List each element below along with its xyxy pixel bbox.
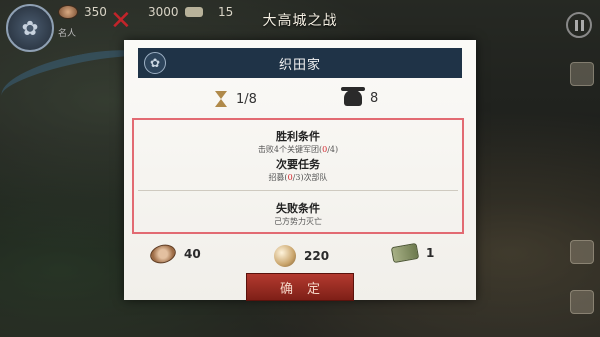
conditions-panel: 胜利条件 击败4个关键军团(0/4) 次要任务 招募(0/3)次部队 失败条件 …	[132, 118, 464, 234]
pause-button[interactable]	[566, 12, 592, 38]
hud-food: 3000	[148, 5, 203, 19]
clan-bar: ✿ 织田家	[138, 48, 462, 78]
clan-crest-icon: ✿	[144, 52, 166, 74]
turn-counter-value: 1/8	[236, 91, 257, 107]
victory-heading: 胜利条件	[276, 130, 320, 143]
gold-coin-icon	[58, 5, 78, 19]
hud-gold-value: 350	[84, 5, 107, 19]
scroll-menu-icon[interactable]	[570, 290, 594, 314]
reward-food-value: 220	[304, 249, 330, 263]
victory-text: 击败4个关键军团(0/4)	[257, 145, 339, 154]
secondary-heading: 次要任务	[276, 158, 320, 171]
scroll-item-icon	[390, 242, 420, 264]
hud-small-label: 名人	[58, 26, 76, 39]
gold-coin-icon	[148, 241, 178, 267]
clan-name: 织田家	[278, 57, 321, 73]
army-count: 8	[341, 87, 379, 106]
map-box-icon[interactable]	[570, 62, 594, 86]
rice-bale-icon	[274, 245, 296, 267]
reward-gold-value: 40	[184, 247, 201, 261]
confirm-button[interactable]: 确定	[246, 273, 354, 301]
close-icon[interactable]: ✕	[110, 8, 132, 34]
hud-small-label-text: 名人	[58, 29, 77, 39]
reward-food: 220	[274, 245, 329, 267]
turn-counter: 1/8	[214, 90, 257, 108]
hud-gold: 350	[58, 5, 107, 19]
formation-icon[interactable]	[570, 240, 594, 264]
battle-info-dialog: ✿ 织田家 1/8 8 胜利条件 击败4个关键军团(0/4) 次要任务 招募(0…	[124, 40, 476, 301]
reward-items: 1	[390, 242, 435, 264]
samurai-armor-icon	[341, 87, 365, 106]
battle-title: 大高城之战	[262, 13, 338, 29]
army-count-value: 8	[370, 90, 379, 106]
reward-gold: 40	[148, 241, 201, 267]
hud-food-value: 3000	[148, 5, 179, 19]
defeat-heading: 失败条件	[276, 202, 320, 215]
clan-emblem-icon[interactable]: ✿	[6, 4, 54, 52]
conditions-divider	[138, 190, 458, 191]
hourglass-icon	[214, 90, 228, 108]
secondary-text: 招募(0/3)次部队	[268, 173, 328, 182]
reward-items-value: 1	[426, 246, 435, 260]
defeat-text: 己方势力灭亡	[274, 217, 322, 226]
